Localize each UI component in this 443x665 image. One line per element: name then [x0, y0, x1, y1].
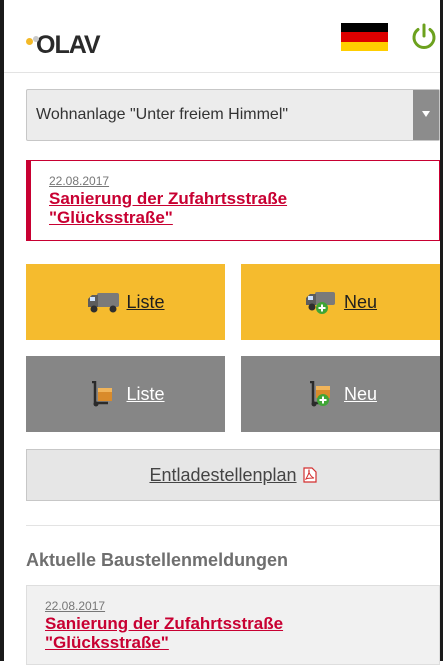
truck-add-icon: [305, 292, 335, 314]
hand-truck-icon: [92, 381, 113, 407]
hand-truck-add-icon: [309, 381, 330, 407]
notice-title-link[interactable]: Sanierung der Zufahrtsstraße "Glücksstra…: [49, 189, 409, 227]
notice-date: 22.08.2017: [45, 599, 106, 613]
chevron-down-icon[interactable]: [413, 90, 439, 140]
screen-frame-left: [0, 0, 4, 661]
notice-date: 22.08.2017: [49, 174, 110, 188]
tile-label: Liste: [126, 291, 165, 312]
unloading-plan-button[interactable]: Entladestellenplan: [26, 449, 440, 501]
olav-logo[interactable]: OLAV: [26, 18, 101, 59]
app-header: OLAV: [4, 0, 440, 73]
delivery-new-button[interactable]: Neu: [241, 264, 440, 340]
divider: [26, 525, 440, 526]
section-title: Aktuelle Baustellenmeldungen: [26, 550, 289, 570]
property-select-value: Wohnanlage "Unter freiem Himmel": [36, 106, 289, 123]
pickup-list-button[interactable]: Liste: [26, 356, 225, 432]
tile-label: Neu: [343, 291, 378, 312]
notice-title-link[interactable]: Sanierung der Zufahrtsstraße "Glücksstra…: [45, 614, 405, 652]
pdf-icon: [302, 467, 317, 483]
property-select[interactable]: Wohnanlage "Unter freiem Himmel": [26, 89, 440, 141]
flag-germany-icon[interactable]: [341, 23, 388, 51]
logo-text: OLAV: [36, 31, 101, 59]
pickup-new-button[interactable]: Neu: [241, 356, 440, 432]
truck-icon: [88, 293, 120, 313]
top-notice[interactable]: 22.08.2017 Sanierung der Zufahrtsstraße …: [26, 160, 440, 241]
logo-mark-icon: [26, 36, 40, 58]
delivery-list-button[interactable]: Liste: [26, 264, 225, 340]
tile-label: Neu: [343, 383, 378, 404]
unloading-plan-label: Entladestellenplan: [149, 464, 297, 485]
news-list-item[interactable]: 22.08.2017 Sanierung der Zufahrtsstraße …: [26, 585, 440, 665]
power-icon[interactable]: [409, 22, 439, 52]
tile-label: Liste: [126, 383, 165, 404]
